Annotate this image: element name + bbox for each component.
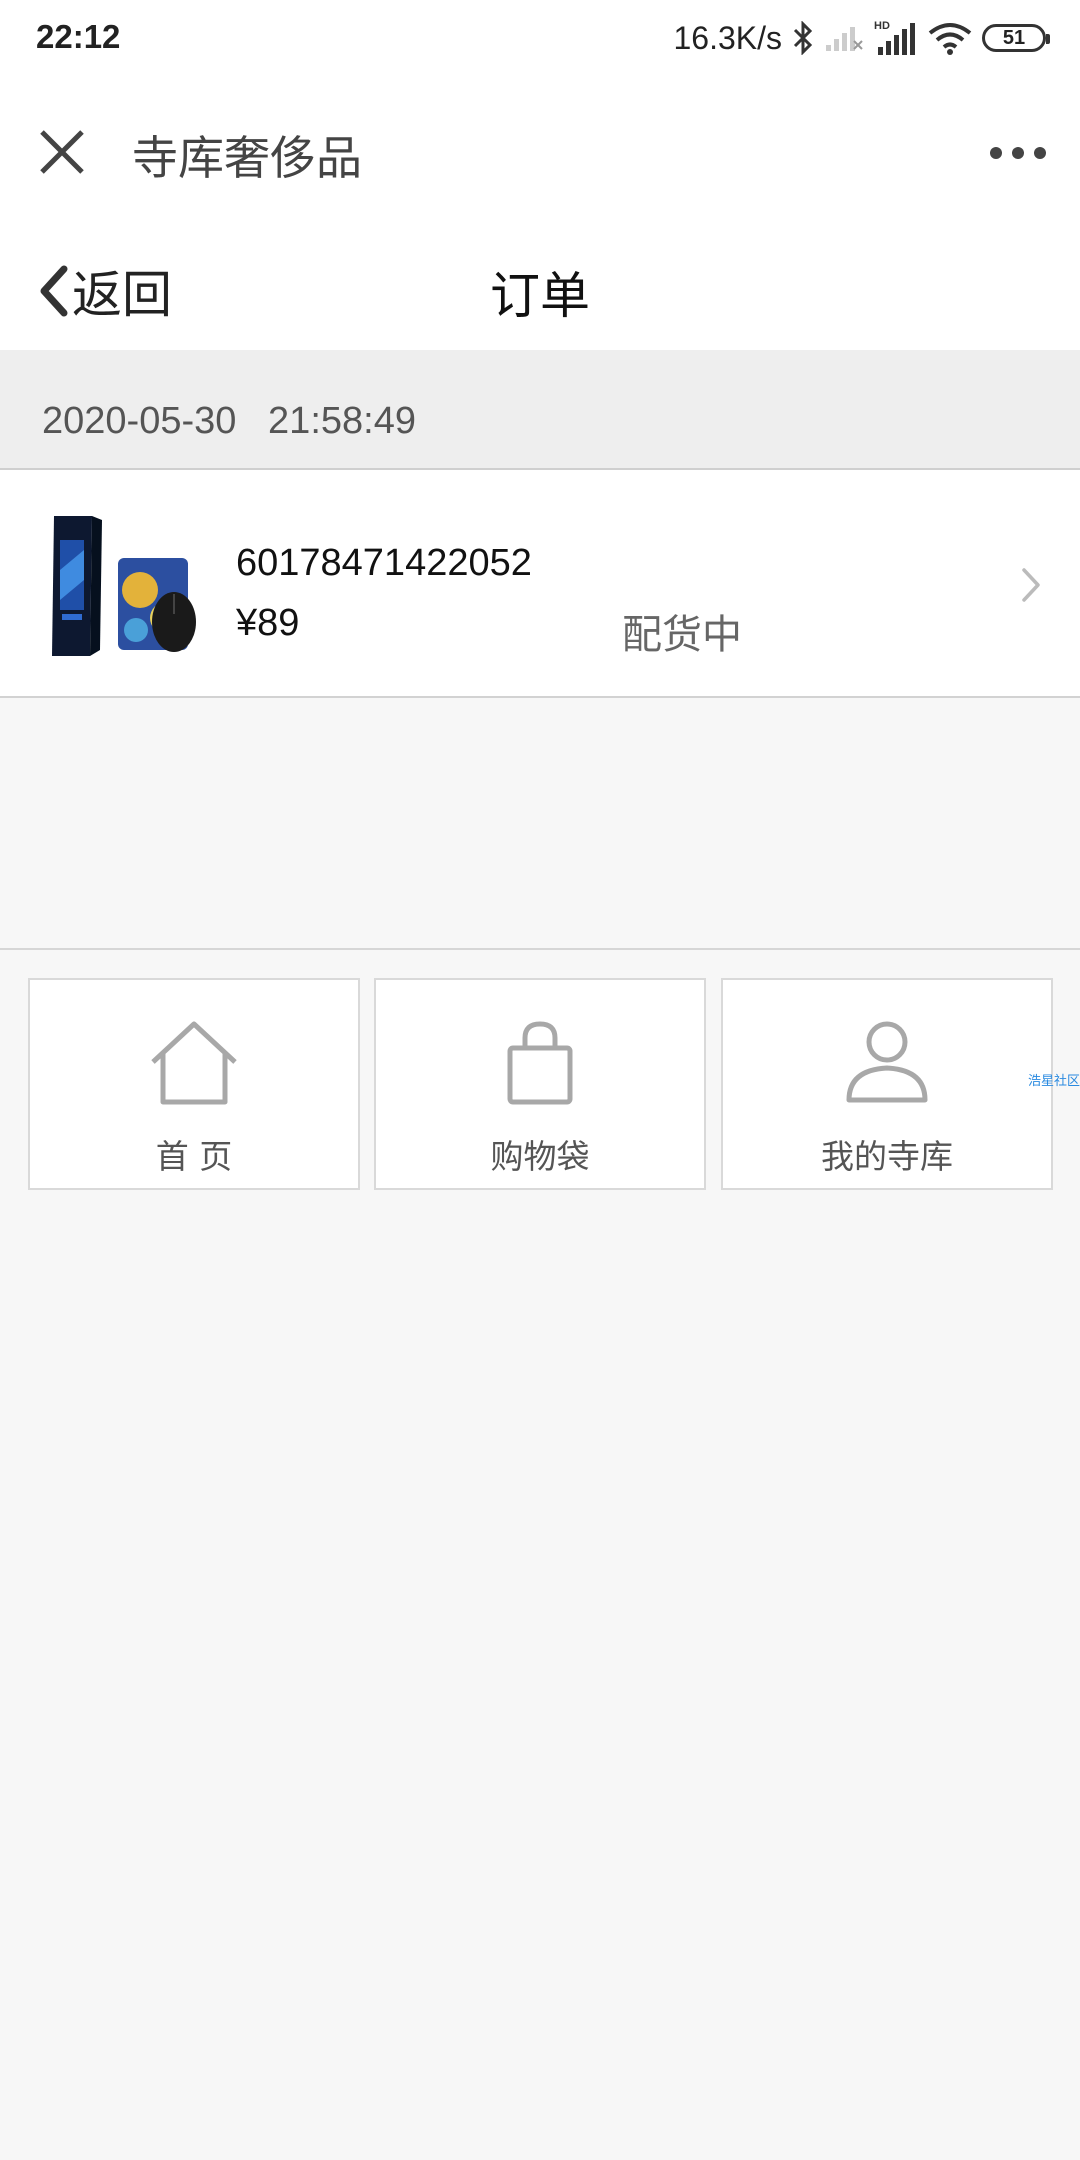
- nav-shopping-bag-label: 购物袋: [490, 1137, 590, 1176]
- network-speed: 16.3K/s: [673, 19, 782, 56]
- order-price: ¥89: [236, 602, 300, 644]
- order-date-header: 2020-05-30 21:58:49: [0, 350, 1080, 470]
- wechat-title-bar: 寺库奢侈品: [0, 76, 1080, 232]
- wifi-icon: [928, 23, 972, 55]
- nav-my-secoo[interactable]: 我的寺库: [721, 978, 1053, 1190]
- status-bar: 22:12 16.3K/s HD 51: [0, 0, 1080, 76]
- user-icon: [846, 1021, 928, 1103]
- signal-empty-icon: [826, 27, 863, 51]
- nav-home-label: 首 页: [155, 1137, 233, 1176]
- battery-level: 51: [1002, 26, 1026, 49]
- order-datetime: 2020-05-30 21:58:49: [42, 400, 416, 442]
- status-indicators: 16.3K/s HD 51: [673, 14, 1050, 62]
- page-title: 订单: [490, 267, 590, 325]
- close-icon[interactable]: [36, 126, 88, 178]
- hd-signal-icon: HD: [874, 20, 915, 55]
- home-icon: [151, 1021, 237, 1105]
- nav-home[interactable]: 首 页: [28, 978, 360, 1190]
- bluetooth-icon: [793, 21, 813, 55]
- product-thumbnail: [52, 516, 196, 656]
- order-number: 60178471422052: [236, 542, 532, 584]
- order-status: 配货中: [622, 612, 742, 658]
- watermark: 浩星社区: [1028, 1074, 1080, 1089]
- status-time: 22:12: [36, 18, 121, 55]
- order-row[interactable]: 60178471422052 ¥89 配货中: [0, 470, 1080, 698]
- nav-shopping-bag[interactable]: 购物袋: [374, 978, 706, 1190]
- svg-text:HD: HD: [874, 20, 890, 32]
- wechat-page-title: 寺库奢侈品: [132, 131, 362, 185]
- screen: 22:12 16.3K/s HD 51 寺库奢侈品 返回 订单 2020-05-…: [0, 0, 1080, 2160]
- nav-my-secoo-label: 我的寺库: [821, 1137, 953, 1176]
- more-dots-icon[interactable]: [988, 138, 1048, 168]
- shopping-bag-icon: [507, 1021, 573, 1105]
- chevron-right-icon: [1022, 568, 1040, 602]
- page-header: 返回 订单: [0, 232, 1080, 350]
- divider: [0, 948, 1080, 950]
- battery-icon: 51: [982, 24, 1050, 52]
